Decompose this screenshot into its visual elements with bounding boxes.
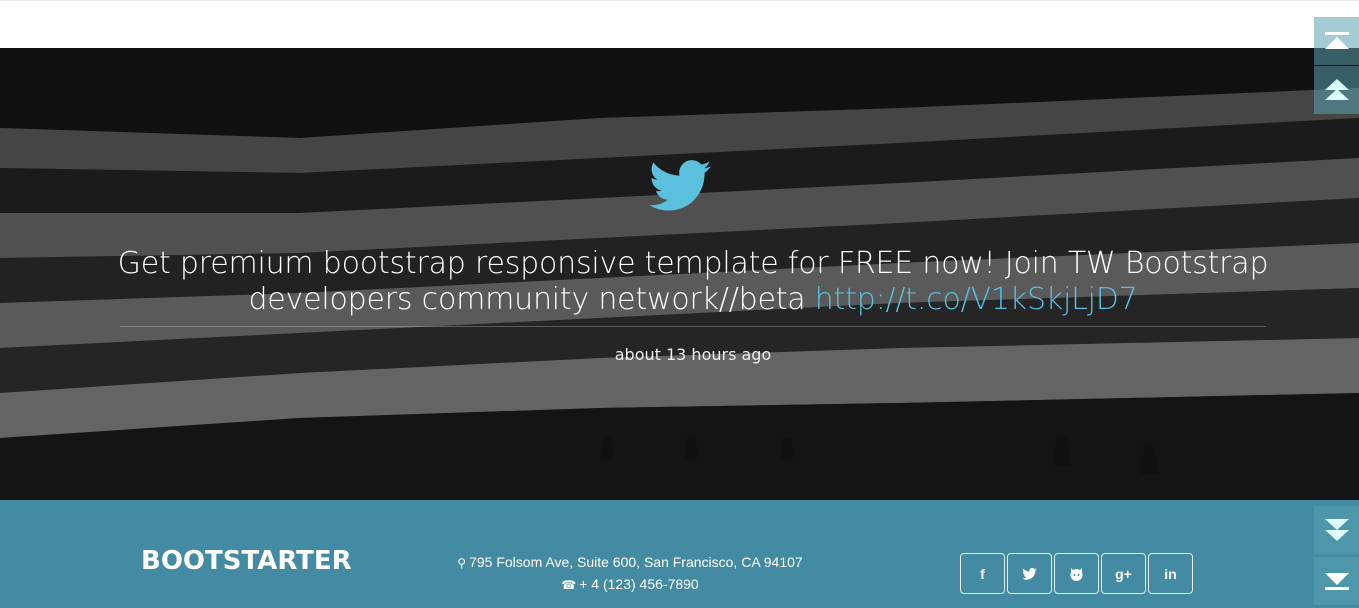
google-plus-icon: g+ xyxy=(1115,565,1132,582)
facebook-button[interactable]: f xyxy=(960,553,1005,594)
contact-info: ⚲ 795 Folsom Ave, Suite 600, San Francisc… xyxy=(430,552,830,596)
twitter-icon xyxy=(1022,567,1037,580)
footer-brand: BOOTSTARTER xyxy=(141,546,352,576)
linkedin-icon: in xyxy=(1164,565,1177,582)
scroll-bottom-icon xyxy=(1324,573,1349,590)
twitter-section: Get premium bootstrap responsive templat… xyxy=(0,48,1359,500)
google-plus-button[interactable]: g+ xyxy=(1101,553,1146,594)
phone-icon: ☎ xyxy=(561,578,577,592)
social-links: f g+ in xyxy=(960,553,1193,594)
github-button[interactable] xyxy=(1054,553,1099,594)
scroll-bottom-button[interactable] xyxy=(1314,557,1359,605)
github-icon xyxy=(1070,567,1083,581)
twitter-button[interactable] xyxy=(1007,553,1052,594)
map-marker-icon: ⚲ xyxy=(457,556,467,570)
page-up-icon xyxy=(1324,79,1349,100)
twitter-bird-icon xyxy=(649,160,711,211)
page-down-button[interactable] xyxy=(1314,506,1359,554)
footer: BOOTSTARTER ⚲ 795 Folsom Ave, Suite 600, … xyxy=(0,500,1359,608)
top-bar xyxy=(0,0,1359,48)
phone-text: + 4 (123) 456-7890 xyxy=(579,576,699,592)
address-text: 795 Folsom Ave, Suite 600, San Francisco… xyxy=(469,554,803,570)
page-down-icon xyxy=(1324,519,1349,541)
page-up-button[interactable] xyxy=(1314,66,1359,114)
divider xyxy=(120,326,1266,327)
tweet-text: Get premium bootstrap responsive templat… xyxy=(110,246,1276,318)
tweet-link[interactable]: http://t.co/V1kSkjLjD7 xyxy=(815,282,1138,317)
scroll-top-button[interactable] xyxy=(1314,17,1359,65)
tweet-time: about 13 hours ago xyxy=(614,345,772,364)
linkedin-button[interactable]: in xyxy=(1148,553,1193,594)
scroll-top-icon xyxy=(1324,32,1349,49)
facebook-icon: f xyxy=(980,565,985,582)
